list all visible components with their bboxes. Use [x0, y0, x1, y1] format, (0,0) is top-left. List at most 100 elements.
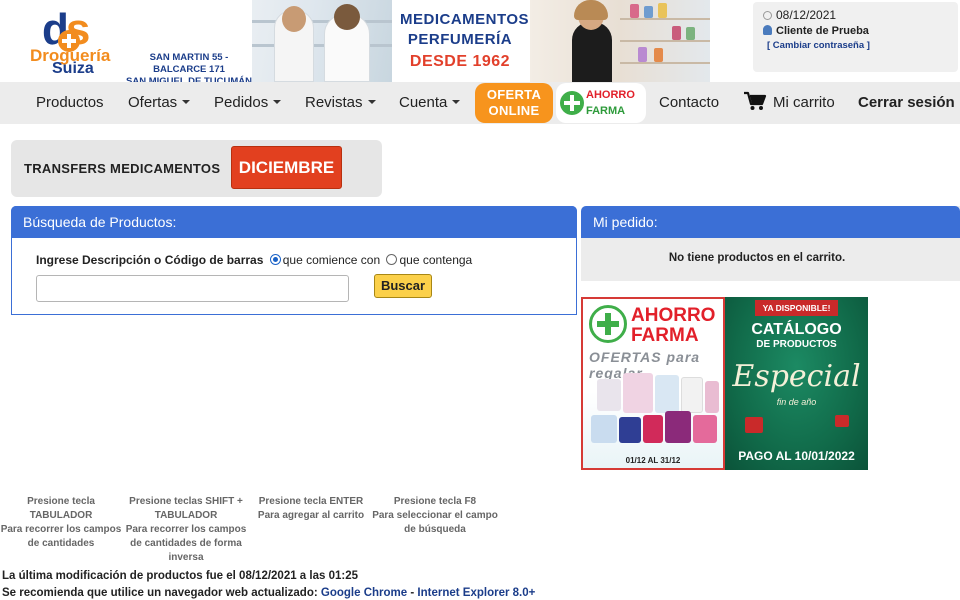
- pharmacy-cross-icon: [589, 305, 627, 343]
- hint-title: Presione tecla ENTER: [258, 496, 364, 507]
- site-header: ds Droguería Suiza SAN MARTIN 55 - BALCA…: [0, 0, 960, 87]
- oferta-online-button[interactable]: OFERTA ONLINE: [475, 83, 553, 123]
- nav-productos[interactable]: Productos: [36, 82, 104, 124]
- promo-banner[interactable]: AHORRO FARMA OFERTAS para regalar 01/12 …: [581, 297, 868, 470]
- hint-desc: Para recorrer los campos de cantidades: [0, 524, 122, 549]
- cart-empty-message: No tiene productos en el carrito.: [668, 252, 846, 264]
- nav-label: Revistas: [305, 94, 363, 111]
- product-image: [665, 411, 691, 443]
- order-panel-title: Mi pedido:: [581, 206, 960, 238]
- product-image: [623, 373, 653, 413]
- tagline-medicamentos: MEDICAMENTOS: [400, 11, 530, 28]
- user-box: 08/12/2021 Cliente de Prueba [ Cambiar c…: [753, 2, 958, 72]
- user-icon: [763, 25, 772, 35]
- search-options: Ingrese Descripción o Código de barras q…: [36, 253, 472, 267]
- user-name: Cliente de Prueba: [763, 25, 869, 37]
- diciembre-button[interactable]: DICIEMBRE: [231, 146, 342, 189]
- session-date-text: 08/12/2021: [776, 8, 837, 22]
- order-panel: Mi pedido: No tiene productos en el carr…: [581, 206, 960, 281]
- product-image: [591, 415, 617, 443]
- gift-icon: [835, 415, 849, 427]
- shopper-photo: [530, 0, 710, 82]
- header-tagline: MEDICAMENTOS PERFUMERÍA DESDE 1962: [400, 10, 530, 74]
- nav-revistas[interactable]: Revistas: [305, 82, 376, 124]
- change-password-link[interactable]: [ Cambiar contraseña ]: [767, 40, 870, 51]
- promo-farma: FARMA: [631, 325, 699, 346]
- promo-ahorro: AHORRO: [631, 305, 716, 326]
- radio-starts-with[interactable]: [269, 254, 281, 265]
- pago-date: PAGO AL 10/01/2022: [738, 449, 855, 463]
- ahorro-farma-button[interactable]: AHORRO FARMA: [556, 83, 646, 123]
- tagline-desde: DESDE 1962: [409, 53, 511, 70]
- radio-contains-label: que contenga: [399, 253, 473, 267]
- product-image: [693, 415, 717, 443]
- nav-cuenta[interactable]: Cuenta: [399, 82, 461, 124]
- ie-link[interactable]: Internet Explorer 8.0+: [417, 587, 535, 599]
- hint-title: Presione teclas SHIFT + TABULADOR: [129, 496, 243, 521]
- nav-label: Pedidos: [214, 94, 269, 111]
- ahorro-label: AHORRO: [586, 89, 635, 101]
- hint-enter: Presione tecla ENTER Para agregar al car…: [254, 495, 368, 523]
- tagline-perfumeria: PERFUMERÍA: [407, 31, 513, 48]
- logo-word-suiza: Suiza: [52, 60, 94, 77]
- product-image: [643, 415, 663, 443]
- search-panel-title: Búsqueda de Productos:: [11, 206, 577, 238]
- oferta-label-1: OFERTA: [486, 87, 542, 102]
- caret-down-icon: [452, 100, 461, 104]
- oferta-label-2: ONLINE: [488, 103, 540, 118]
- product-image: [619, 417, 641, 443]
- nav-ofertas[interactable]: Ofertas: [128, 82, 191, 124]
- catalogo-title: CATÁLOGO: [751, 321, 842, 338]
- transfers-label: TRANSFERS MEDICAMENTOS: [24, 161, 221, 176]
- transfers-box: TRANSFERS MEDICAMENTOS DICIEMBRE: [11, 140, 382, 197]
- pharmacists-photo: [252, 0, 392, 82]
- hint-desc: Para recorrer los campos de cantidades d…: [125, 524, 247, 563]
- search-field-label: Ingrese Descripción o Código de barras: [36, 253, 264, 267]
- fin-de-ano-script: fin de año: [776, 397, 817, 407]
- search-panel: Búsqueda de Productos: Ingrese Descripci…: [11, 206, 577, 315]
- nav-pedidos[interactable]: Pedidos: [214, 82, 282, 124]
- ya-disponible-badge: YA DISPONIBLE!: [755, 300, 838, 316]
- gift-icon: [745, 417, 763, 433]
- cart-label: Mi carrito: [773, 94, 835, 111]
- farma-label: FARMA: [586, 105, 626, 117]
- nav-label: Ofertas: [128, 94, 178, 111]
- browser-prefix: Se recomienda que utilice un navegador w…: [2, 587, 318, 599]
- nav-contacto[interactable]: Contacto: [659, 82, 719, 124]
- caret-down-icon: [182, 100, 191, 104]
- product-image: [705, 381, 719, 413]
- cart-icon: [743, 86, 767, 110]
- buscar-button[interactable]: Buscar: [374, 274, 432, 298]
- especial-script: Especial: [732, 359, 861, 394]
- product-image: [655, 375, 679, 413]
- user-name-text: Cliente de Prueba: [776, 25, 869, 37]
- catalogo-subtitle: DE PRODUCTOS: [756, 339, 837, 350]
- last-update-text: La última modificación de productos fue …: [2, 570, 358, 582]
- product-image: [597, 379, 621, 411]
- search-input[interactable]: [36, 275, 349, 302]
- product-image: [681, 377, 703, 413]
- nav-mi-carrito[interactable]: Mi carrito: [743, 82, 835, 124]
- catalogo-especial-promo: YA DISPONIBLE! CATÁLOGO DE PRODUCTOS Esp…: [725, 297, 868, 470]
- browser-separator: -: [410, 587, 415, 599]
- address-line-1: SAN MARTIN 55 - BALCARCE 171: [149, 52, 229, 75]
- ahorro-farma-promo: AHORRO FARMA OFERTAS para regalar 01/12 …: [581, 297, 725, 470]
- nav-cerrar-sesion[interactable]: Cerrar sesión: [858, 82, 955, 124]
- caret-down-icon: [273, 100, 282, 104]
- hint-title: Presione tecla F8: [393, 496, 477, 507]
- hint-title: Presione tecla TABULADOR: [27, 496, 95, 521]
- hint-desc: Para agregar al carrito: [257, 510, 365, 521]
- hint-shift-tab: Presione teclas SHIFT + TABULADOR Para r…: [124, 495, 248, 565]
- nav-label: Cuenta: [399, 94, 448, 111]
- radio-starts-with-label: que comience con: [282, 253, 381, 267]
- radio-contains[interactable]: [386, 254, 398, 265]
- caret-down-icon: [367, 100, 376, 104]
- hint-tab: Presione tecla TABULADOR Para recorrer l…: [0, 495, 122, 551]
- pharmacy-cross-icon: [560, 91, 584, 115]
- session-date: 08/12/2021: [763, 8, 836, 22]
- promo-dates: 01/12 AL 31/12: [625, 456, 681, 465]
- browser-recommendation: Se recomienda que utilice un navegador w…: [2, 587, 535, 599]
- chrome-link[interactable]: Google Chrome: [321, 587, 407, 599]
- nav-label: Productos: [36, 94, 104, 111]
- logo[interactable]: ds Droguería Suiza: [30, 8, 125, 77]
